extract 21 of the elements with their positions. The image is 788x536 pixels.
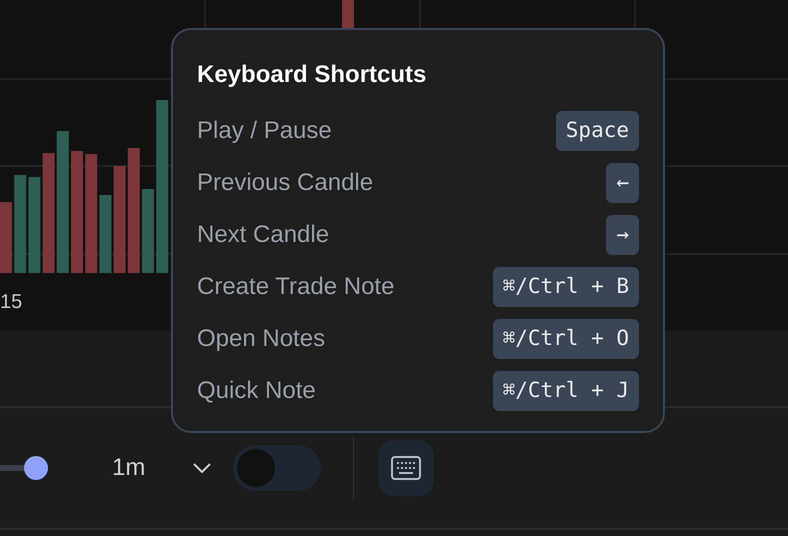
shortcut-key: Space [556, 111, 639, 151]
candle [342, 0, 354, 28]
shortcut-label: Open Notes [197, 324, 326, 354]
interval-dropdown[interactable]: 1m [112, 450, 212, 486]
axis-label: 15 [0, 290, 22, 314]
shortcut-label: Quick Note [197, 376, 316, 406]
volume-bar [0, 202, 12, 273]
chevron-down-icon [193, 463, 212, 473]
keyboard-icon [391, 456, 422, 480]
shortcut-label: Previous Candle [197, 168, 374, 198]
shortcut-key: ⌘/Ctrl + B [492, 267, 639, 307]
shortcut-label: Create Trade Note [197, 272, 394, 302]
shortcut-key: → [606, 215, 639, 255]
shortcut-key: ⌘/Ctrl + O [492, 319, 639, 359]
keyboard-shortcuts-button[interactable] [378, 440, 434, 496]
shortcut-key: ⌘/Ctrl + J [492, 371, 639, 411]
shortcut-key: ← [606, 163, 639, 203]
shortcut-label: Play / Pause [197, 116, 332, 146]
shortcut-label: Next Candle [197, 220, 330, 250]
popup-title: Keyboard Shortcuts [197, 60, 428, 90]
toggle-switch[interactable] [233, 445, 322, 491]
